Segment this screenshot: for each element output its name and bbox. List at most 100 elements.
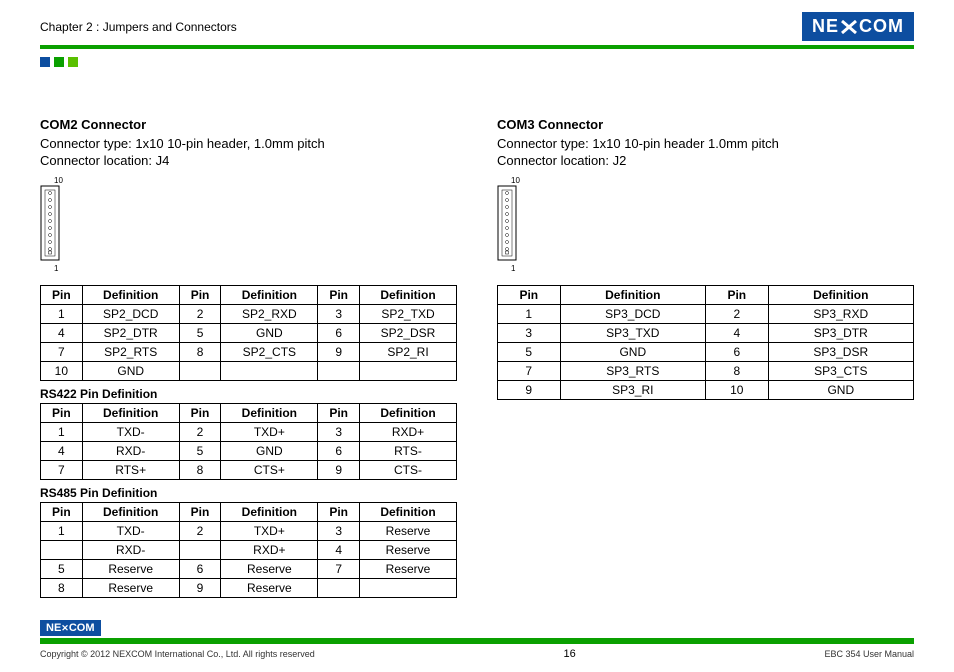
table-cell: SP2_DTR [82, 324, 179, 343]
table-cell: 6 [179, 560, 221, 579]
table-cell: Reserve [221, 579, 318, 598]
page-footer: NE✕COM Copyright © 2012 NEXCOM Internati… [0, 620, 954, 672]
table-cell: 4 [706, 324, 769, 343]
table-cell: 6 [318, 442, 360, 461]
table-cell: GND [768, 381, 913, 400]
table-header: Definition [82, 503, 179, 522]
table-row: 4SP2_DTR5GND6SP2_DSR [41, 324, 457, 343]
table-cell: TXD+ [221, 522, 318, 541]
left-column: COM2 Connector Connector type: 1x10 10-p… [40, 117, 457, 604]
table-cell: RXD+ [360, 423, 457, 442]
table-cell [221, 362, 318, 381]
com3-connector-diagram: 10 1 [497, 176, 914, 273]
table-cell: Reserve [360, 560, 457, 579]
table-row: 1TXD-2TXD+3RXD+ [41, 423, 457, 442]
table-cell: CTS+ [221, 461, 318, 480]
table-header: Definition [360, 404, 457, 423]
table-cell: 1 [41, 522, 83, 541]
table-cell: RXD- [82, 541, 179, 560]
table-cell [179, 541, 221, 560]
table-cell: 1 [498, 305, 561, 324]
nexcom-logo: NE COM [802, 12, 914, 41]
table-cell: 9 [179, 579, 221, 598]
table-cell: TXD+ [221, 423, 318, 442]
table-header: Definition [221, 503, 318, 522]
table-header: Pin [498, 286, 561, 305]
table-header: Pin [41, 286, 83, 305]
footer-row: Copyright © 2012 NEXCOM International Co… [40, 648, 914, 660]
table-row: 10GND [41, 362, 457, 381]
com2-pin-table: PinDefinitionPinDefinitionPinDefinition1… [40, 285, 457, 381]
square-lightgreen [68, 57, 78, 67]
table-cell: GND [221, 324, 318, 343]
table-header: Definition [221, 404, 318, 423]
table-cell: SP2_RTS [82, 343, 179, 362]
copyright-text: Copyright © 2012 NEXCOM International Co… [40, 649, 315, 659]
com3-pin-table: PinDefinitionPinDefinition1SP3_DCD2SP3_R… [497, 285, 914, 400]
com2-location: Connector location: J4 [40, 153, 457, 168]
table-cell: 6 [318, 324, 360, 343]
table-cell: RXD- [82, 442, 179, 461]
table-cell: 3 [498, 324, 561, 343]
table-cell: 5 [498, 343, 561, 362]
logo-x-icon [840, 20, 858, 34]
table-header: Definition [360, 286, 457, 305]
connector-top-label: 10 [54, 176, 457, 185]
table-row: 5GND6SP3_DSR [498, 343, 914, 362]
table-cell: SP2_DSR [360, 324, 457, 343]
table-header: Definition [768, 286, 913, 305]
manual-name: EBC 354 User Manual [824, 649, 914, 659]
table-header: Definition [221, 286, 318, 305]
table-cell: SP2_DCD [82, 305, 179, 324]
com2-title: COM2 Connector [40, 117, 457, 132]
square-blue [40, 57, 50, 67]
table-header: Definition [360, 503, 457, 522]
table-cell: 4 [41, 324, 83, 343]
connector-top-label: 10 [511, 176, 914, 185]
table-row: 1SP2_DCD2SP2_RXD3SP2_TXD [41, 305, 457, 324]
com2-connector-diagram: 10 1 [40, 176, 457, 273]
table-cell: SP3_DSR [768, 343, 913, 362]
table-cell [360, 579, 457, 598]
table-header: Pin [41, 404, 83, 423]
table-header: Pin [179, 286, 221, 305]
table-header: Definition [560, 286, 705, 305]
table-cell: 9 [318, 343, 360, 362]
table-cell: SP2_RXD [221, 305, 318, 324]
table-cell: 8 [179, 343, 221, 362]
table-cell: SP3_RI [560, 381, 705, 400]
table-row: RXD-RXD+4Reserve [41, 541, 457, 560]
table-cell: GND [560, 343, 705, 362]
table-cell: GND [221, 442, 318, 461]
table-cell: 3 [318, 423, 360, 442]
table-cell [179, 362, 221, 381]
page-number: 16 [563, 648, 575, 660]
table-cell: SP3_RTS [560, 362, 705, 381]
header-divider [40, 45, 914, 49]
table-cell: 9 [498, 381, 561, 400]
main-content: COM2 Connector Connector type: 1x10 10-p… [0, 67, 954, 604]
rs485-pin-table: PinDefinitionPinDefinitionPinDefinition1… [40, 502, 457, 598]
rs422-title: RS422 Pin Definition [40, 387, 457, 401]
table-cell [318, 362, 360, 381]
table-cell: TXD- [82, 522, 179, 541]
table-cell: 8 [706, 362, 769, 381]
table-cell: 9 [318, 461, 360, 480]
table-cell: Reserve [82, 579, 179, 598]
table-header: Pin [318, 503, 360, 522]
table-cell: 4 [41, 442, 83, 461]
table-cell: Reserve [221, 560, 318, 579]
table-header: Pin [318, 286, 360, 305]
right-column: COM3 Connector Connector type: 1x10 10-p… [497, 117, 914, 604]
table-row: 3SP3_TXD4SP3_DTR [498, 324, 914, 343]
table-cell [41, 541, 83, 560]
connector-icon [40, 185, 60, 261]
table-cell: 10 [706, 381, 769, 400]
table-header: Pin [706, 286, 769, 305]
table-cell: RTS+ [82, 461, 179, 480]
table-header: Definition [82, 404, 179, 423]
table-header: Pin [41, 503, 83, 522]
table-cell: 4 [318, 541, 360, 560]
table-row: 7SP2_RTS8SP2_CTS9SP2_RI [41, 343, 457, 362]
table-cell: GND [82, 362, 179, 381]
